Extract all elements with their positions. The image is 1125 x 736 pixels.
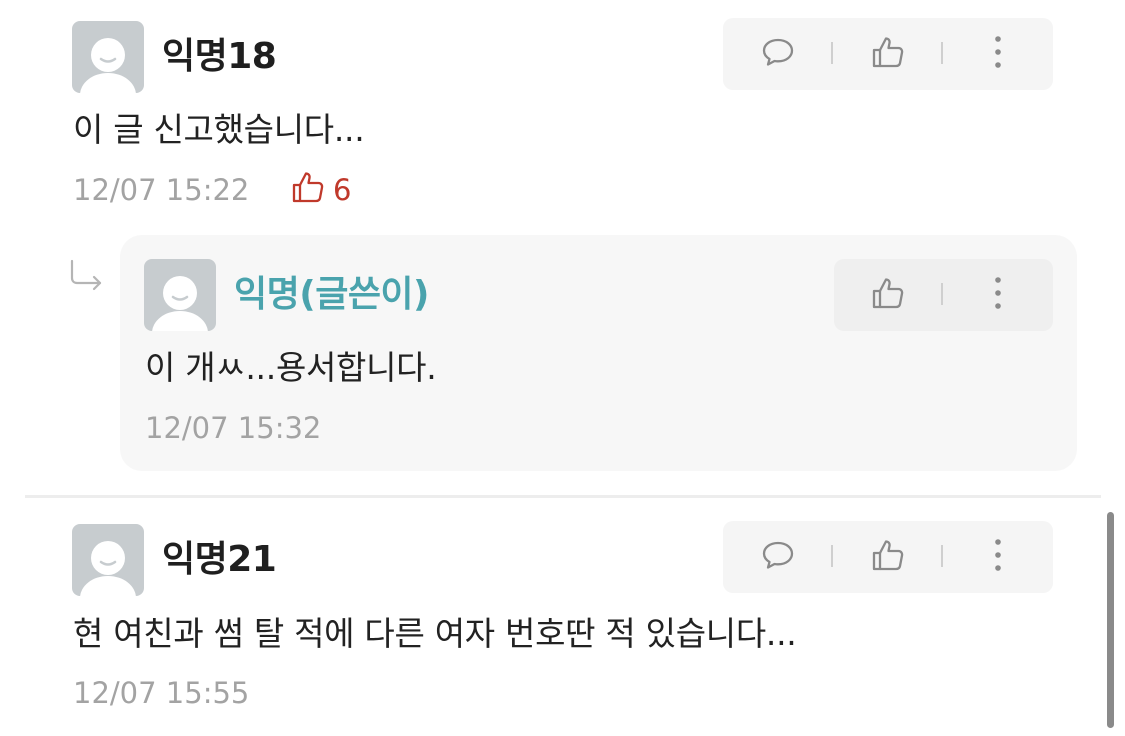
thumbs-up-icon	[871, 538, 905, 576]
action-separator	[941, 283, 943, 305]
more-vertical-icon	[993, 276, 1003, 314]
comment-divider	[25, 495, 1101, 498]
comment-icon	[761, 540, 795, 574]
avatar[interactable]	[144, 259, 216, 331]
more-options-button[interactable]	[968, 521, 1028, 593]
thumbs-up-icon	[291, 170, 333, 211]
more-vertical-icon	[993, 538, 1003, 576]
reply-arrow-icon	[68, 258, 106, 296]
thumbs-up-icon	[871, 35, 905, 73]
reply-actions	[834, 259, 1053, 331]
comment-nickname: 익명18	[162, 36, 277, 77]
thumbs-up-icon	[871, 276, 905, 314]
reply-timestamp: 12/07 15:32	[145, 411, 322, 445]
avatar[interactable]	[72, 524, 144, 596]
more-options-button[interactable]	[968, 259, 1028, 331]
comment-actions	[723, 521, 1053, 593]
reply-body: 이 개ㅆ...용서합니다.	[145, 348, 437, 387]
comment-body: 이 글 신고했습니다...	[73, 110, 365, 149]
like-button[interactable]	[858, 521, 918, 593]
like-count: 6	[291, 170, 351, 210]
more-options-button[interactable]	[968, 18, 1028, 90]
reply-button[interactable]	[748, 18, 808, 90]
reply-button[interactable]	[748, 521, 808, 593]
like-count-value: 6	[333, 173, 352, 207]
more-vertical-icon	[993, 35, 1003, 73]
like-button[interactable]	[858, 18, 918, 90]
action-separator	[941, 545, 943, 567]
like-button[interactable]	[858, 259, 918, 331]
action-separator	[831, 42, 833, 64]
comment-body: 현 여친과 썸 탈 적에 다른 여자 번호딴 적 있습니다...	[73, 614, 797, 653]
comment-icon	[761, 37, 795, 71]
comment-timestamp: 12/07 15:22	[73, 173, 250, 207]
comment-nickname: 익명21	[162, 539, 277, 580]
action-separator	[831, 545, 833, 567]
action-separator	[941, 42, 943, 64]
comment-timestamp: 12/07 15:55	[73, 676, 250, 710]
reply-author-nickname: 익명(글쓴이)	[234, 274, 430, 315]
scrollbar[interactable]	[1107, 512, 1114, 728]
avatar[interactable]	[72, 21, 144, 93]
comment-actions	[723, 18, 1053, 90]
